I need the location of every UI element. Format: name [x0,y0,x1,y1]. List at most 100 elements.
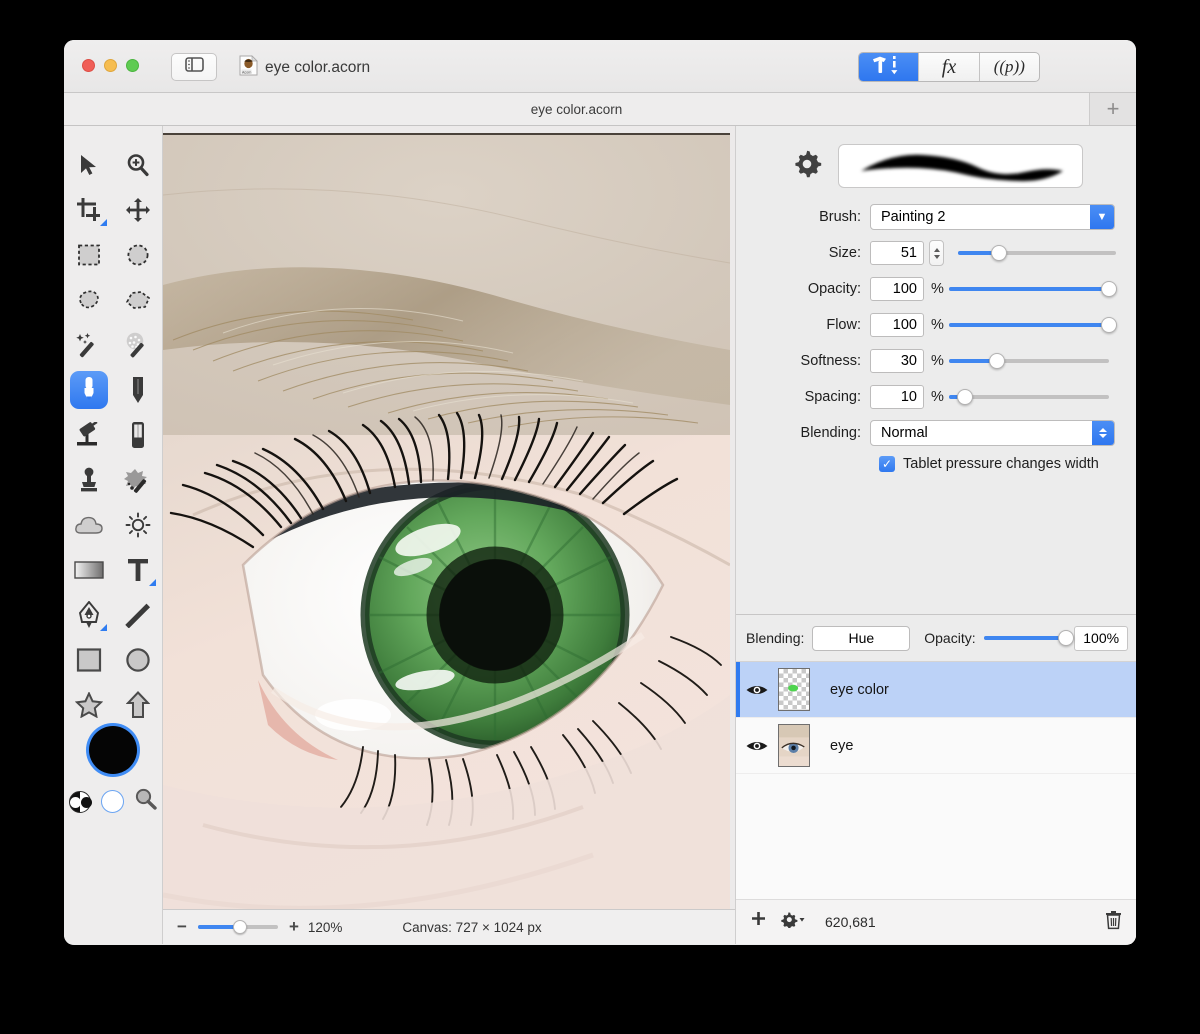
black-white-reset-icon[interactable] [69,791,91,813]
layer-opacity-slider[interactable] [984,636,1067,640]
layer-blending-value: Hue [848,630,874,646]
opacity-input[interactable]: 100 [870,277,924,301]
tool-blur[interactable] [64,502,113,547]
tool-paint-bucket[interactable] [64,412,113,457]
tab-palettes[interactable]: ((p)) [980,53,1039,81]
zoom-slider-knob[interactable] [233,920,247,934]
acorn-document-icon: Acorn [239,55,258,81]
softness-label: Softness: [744,353,870,369]
close-button[interactable] [82,59,95,72]
brush-stroke-preview[interactable] [838,144,1083,188]
sidebar-toggle-icon [185,57,204,77]
tool-text[interactable] [113,547,162,592]
blending-select-value: Normal [881,425,928,441]
zoom-button[interactable] [126,59,139,72]
layer-opacity-input[interactable]: 100% [1074,626,1128,651]
tool-star-shape[interactable] [64,682,113,727]
background-color-swatch[interactable] [101,790,124,813]
opacity-label: Opacity: [744,281,870,297]
zoom-out-button[interactable]: − [177,917,187,937]
svg-text:Acorn: Acorn [242,70,251,74]
trash-icon[interactable] [1105,910,1122,935]
tool-magic-wand[interactable] [64,322,113,367]
layer-opacity-slider-knob[interactable] [1058,630,1074,646]
layer-blending-select[interactable]: Hue [812,626,910,651]
tool-zoom[interactable] [113,142,162,187]
tool-ellipse-shape[interactable] [113,637,162,682]
updown-arrows-icon[interactable] [1092,421,1114,445]
document-tab[interactable]: eye color.acorn [64,93,1090,125]
size-slider-knob[interactable] [991,245,1007,261]
tool-polygon-lasso[interactable] [113,277,162,322]
tool-badge [100,624,107,631]
tool-arrow-shape[interactable] [113,682,162,727]
tool-brush[interactable] [64,367,113,412]
gear-dropdown-icon[interactable] [780,911,806,933]
tool-rectangle-shape[interactable] [64,637,113,682]
size-slider[interactable] [958,251,1116,255]
inspector-mode-segmented-control[interactable]: fx ((p)) [858,52,1040,82]
minimize-button[interactable] [104,59,117,72]
gear-icon[interactable] [792,149,822,184]
foreground-color-swatch[interactable] [89,726,137,774]
document-proxy[interactable]: Acorn eye color.acorn [239,55,370,81]
layer-thumbnail[interactable] [778,724,810,767]
spacing-slider-knob[interactable] [957,389,973,405]
size-input[interactable]: 51 [870,241,924,265]
tool-lasso[interactable] [64,277,113,322]
tablet-pressure-checkbox[interactable]: ✓ [879,456,895,472]
spacing-input[interactable]: 10 [870,385,924,409]
spacing-unit: % [931,389,945,405]
chevron-down-icon[interactable]: ▼ [1090,205,1114,229]
canvas-scroll[interactable] [163,126,735,909]
tool-palette [64,126,163,944]
spacing-slider[interactable] [949,395,1109,399]
magnifier-color-picker-icon[interactable] [134,788,158,815]
brush-select[interactable]: Painting 2 ▼ [870,204,1115,230]
palette-p-label: ((p)) [994,57,1025,77]
softness-input[interactable]: 30 [870,349,924,373]
tab-tools[interactable] [859,53,919,81]
size-label: Size: [744,245,870,261]
softness-field-row: Softness: 30 % [744,348,1120,374]
layer-row-eye-color[interactable]: eye color [736,662,1136,718]
opacity-slider-knob[interactable] [1101,281,1117,297]
tool-dodge-burn[interactable] [113,502,162,547]
tool-rectangular-select[interactable] [64,232,113,277]
opacity-slider[interactable] [949,287,1109,291]
tool-clone-stamp[interactable] [64,457,113,502]
tablet-pressure-row[interactable]: ✓ Tablet pressure changes width [879,456,1120,472]
tool-smudge[interactable] [113,457,162,502]
size-stepper[interactable] [929,240,944,266]
tool-instant-alpha[interactable] [113,322,162,367]
new-tab-button[interactable]: + [1090,93,1136,125]
tool-elliptical-select[interactable] [113,232,162,277]
tool-grid [64,142,162,727]
tool-transform[interactable] [113,187,162,232]
tool-crop[interactable] [64,187,113,232]
tool-eraser[interactable] [113,412,162,457]
blending-select[interactable]: Normal [870,420,1115,446]
tab-filters[interactable]: fx [919,53,979,81]
softness-slider[interactable] [949,359,1109,363]
tool-pencil[interactable] [113,367,162,412]
flow-slider-knob[interactable] [1101,317,1117,333]
layer-thumbnail[interactable] [778,668,810,711]
sidebar-toggle-button[interactable] [171,53,217,81]
flow-slider[interactable] [949,323,1109,327]
layer-row-eye[interactable]: eye [736,718,1136,774]
add-layer-button[interactable] [750,911,767,933]
layer-visibility-toggle[interactable] [736,682,778,698]
tool-bezier-pen[interactable] [64,592,113,637]
tool-move[interactable] [64,142,113,187]
layer-visibility-toggle[interactable] [736,738,778,754]
tool-line[interactable] [113,592,162,637]
tool-badge [100,219,107,226]
softness-slider-knob[interactable] [989,353,1005,369]
tool-gradient[interactable] [64,547,113,592]
flow-input[interactable]: 100 [870,313,924,337]
document-canvas[interactable] [163,133,730,909]
zoom-slider[interactable] [198,925,278,929]
canvas-area: − + 120% Canvas: 727 × 1024 px [163,126,735,944]
zoom-in-button[interactable]: + [289,917,299,937]
